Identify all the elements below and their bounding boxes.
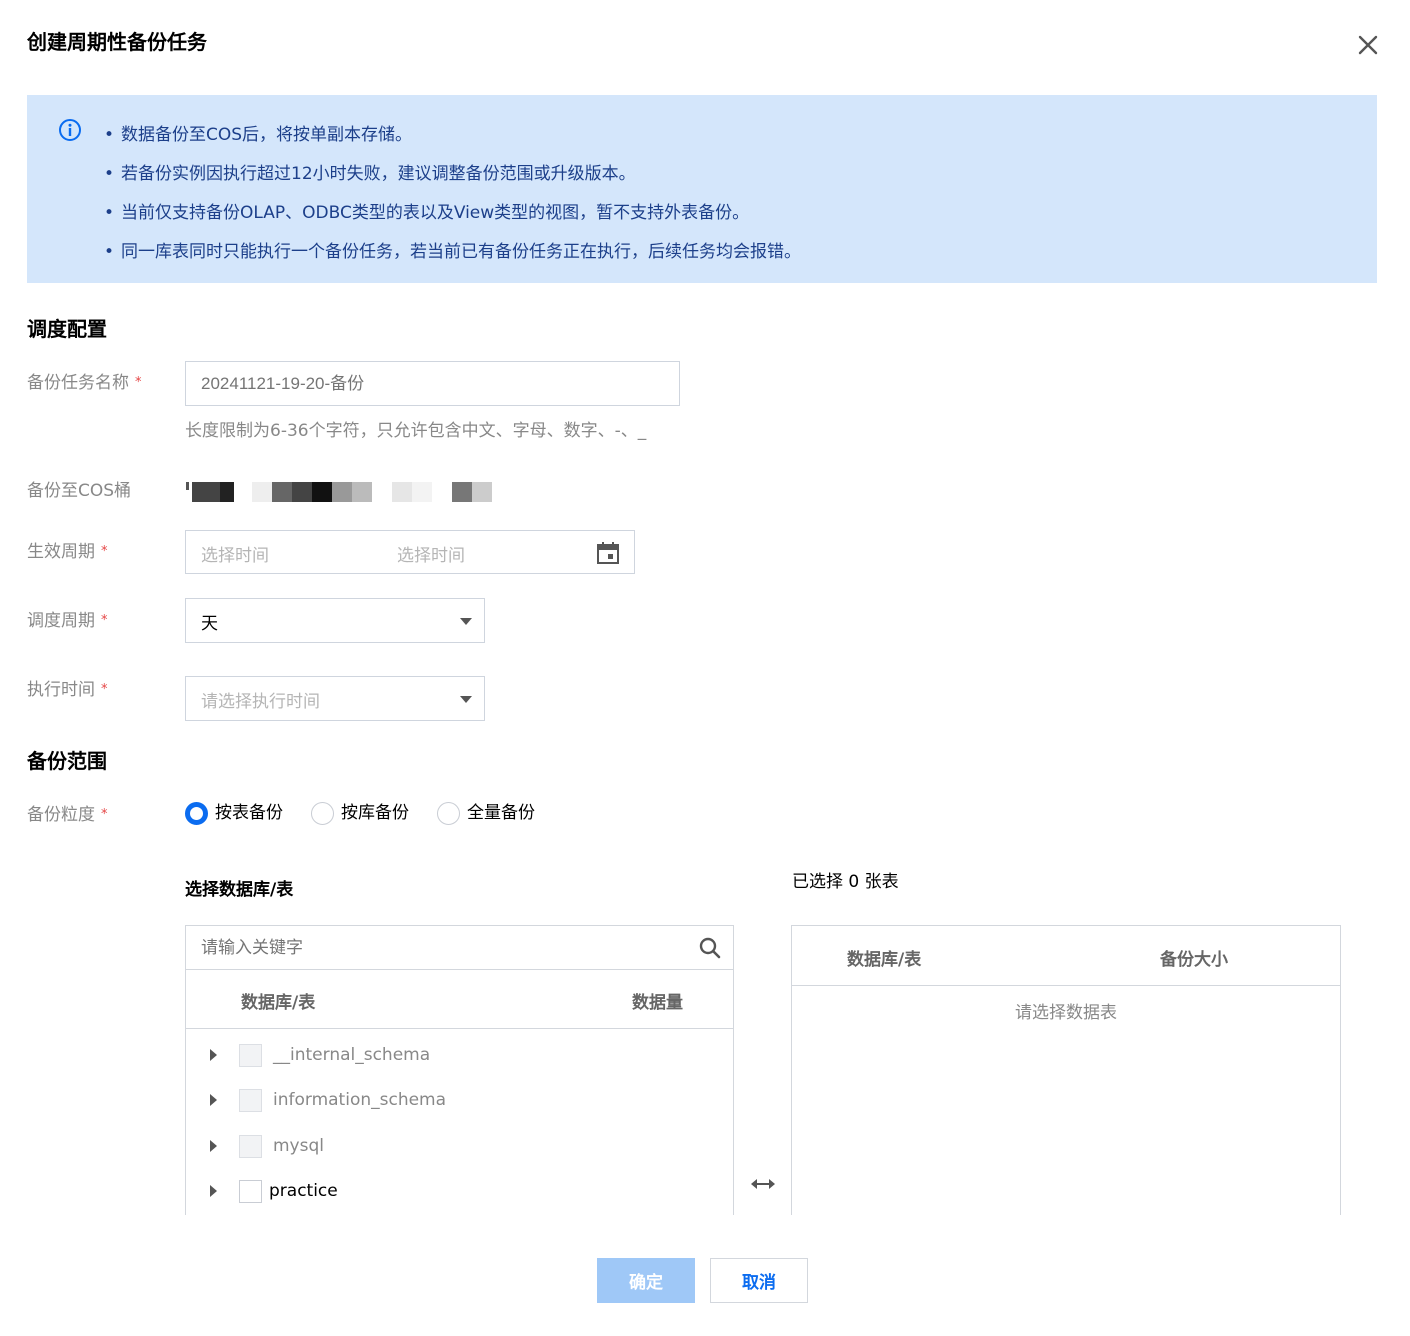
chevron-down-icon [460,618,472,625]
selected-count-title: 已选择 0 张表 [792,872,899,892]
source-table-header: 数据库/表 数据量 [186,970,733,1029]
required-mark: * [101,613,108,628]
effective-period-label: 生效周期 * [27,542,108,562]
task-name-input[interactable] [185,361,680,406]
tree-row[interactable]: mysql [186,1123,734,1169]
tree-row[interactable]: practice [186,1168,734,1214]
checkbox-disabled [239,1134,262,1158]
required-mark: * [135,375,142,390]
radio-by-database[interactable]: 按库备份 [311,800,409,826]
notice-list: 数据备份至COS后，将按单副本存储。 若备份实例因执行超过12小时失败，建议调整… [104,116,801,272]
cos-bucket-value-redacted [186,482,496,502]
required-mark: * [101,807,108,822]
radio-label: 全量备份 [467,803,535,823]
cos-bucket-label: 备份至COS桶 [27,481,132,501]
info-icon [59,119,81,141]
exec-time-label: 执行时间 * [27,680,108,700]
col-backup-size: 备份大小 [1160,950,1228,970]
schedule-cycle-select[interactable]: 天 [185,598,485,643]
notice-item: 数据备份至COS后，将按单副本存储。 [104,116,801,155]
notice-item: 当前仅支持备份OLAP、ODBC类型的表以及View类型的视图，暂不支持外表备份… [104,194,801,233]
transfer-arrows-icon [751,1179,775,1189]
checkbox-disabled [239,1043,262,1067]
start-time-placeholder[interactable]: 选择时间 [201,541,269,566]
target-table-header: 数据库/表 备份大小 [792,926,1340,986]
expand-arrow-icon[interactable] [210,1049,217,1061]
radio-label: 按库备份 [341,803,409,823]
confirm-button[interactable]: 确定 [597,1258,695,1303]
exec-time-placeholder: 请选择执行时间 [201,692,320,712]
tree-row[interactable]: __internal_schema [186,1032,734,1078]
granularity-label: 备份粒度 * [27,805,108,825]
tree-label: information_schema [273,1090,447,1110]
chevron-down-icon [460,696,472,703]
required-mark: * [101,682,108,697]
radio-by-table[interactable]: 按表备份 [185,800,283,826]
radio-dot-checked[interactable] [185,801,208,825]
expand-arrow-icon[interactable] [210,1094,217,1106]
cancel-button[interactable]: 取消 [710,1258,808,1303]
end-time-placeholder[interactable]: 选择时间 [397,541,465,566]
exec-time-select[interactable]: 请选择执行时间 [185,676,485,721]
radio-dot[interactable] [311,801,334,825]
source-panel: 数据库/表 数据量 __internal_schema information_… [185,925,734,1215]
scope-section-title: 备份范围 [27,749,107,773]
keyword-search-input[interactable] [186,926,733,970]
task-name-hint: 长度限制为6-36个字符，只允许包含中文、字母、数字、-、_ [185,421,647,441]
radio-dot[interactable] [437,801,460,825]
radio-full-backup[interactable]: 全量备份 [437,800,535,826]
search-icon[interactable] [699,937,721,959]
schedule-cycle-label: 调度周期 * [27,611,108,631]
dialog-title: 创建周期性备份任务 [27,30,207,54]
col-db-table: 数据库/表 [847,950,922,970]
calendar-icon[interactable] [596,541,620,565]
close-icon[interactable] [1354,31,1382,59]
expand-arrow-icon[interactable] [210,1140,217,1152]
expand-arrow-icon[interactable] [210,1185,217,1197]
notice-item: 同一库表同时只能执行一个备份任务，若当前已有备份任务正在执行，后续任务均会报错。 [104,233,801,272]
tree-row[interactable]: information_schema [186,1077,734,1123]
col-data-size: 数据量 [632,993,683,1013]
source-panel-title: 选择数据库/表 [185,880,294,900]
empty-state-text: 请选择数据表 [1015,1003,1117,1023]
radio-label: 按表备份 [215,803,283,823]
checkbox[interactable] [239,1179,262,1203]
task-name-label: 备份任务名称 * [27,373,142,393]
tree-label: mysql [273,1136,324,1156]
schedule-cycle-value: 天 [201,614,218,634]
tree-label: practice [269,1181,338,1201]
checkbox-disabled [239,1088,262,1112]
schedule-section-title: 调度配置 [27,317,107,341]
col-db-table: 数据库/表 [241,993,316,1013]
notice-item: 若备份实例因执行超过12小时失败，建议调整备份范围或升级版本。 [104,155,801,194]
required-mark: * [101,544,108,559]
effective-period-range-picker[interactable]: 选择时间 选择时间 [185,530,635,574]
granularity-radio-group: 按表备份 按库备份 全量备份 [185,800,563,826]
tree-label: __internal_schema [273,1045,431,1065]
target-panel: 数据库/表 备份大小 请选择数据表 [791,925,1341,1215]
